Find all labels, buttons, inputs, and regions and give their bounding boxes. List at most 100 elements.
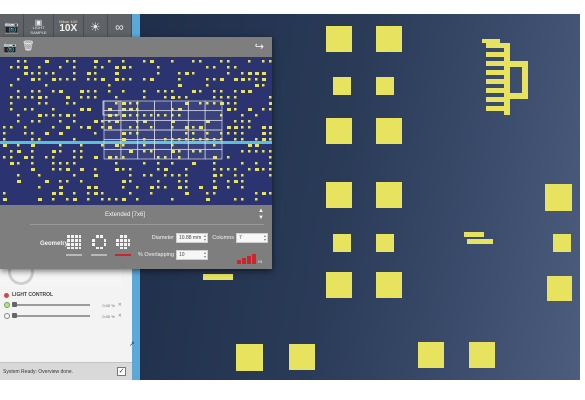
scan-grid-tile[interactable] <box>204 119 223 131</box>
light-slider-1[interactable] <box>12 302 90 307</box>
die-pad <box>38 78 41 81</box>
die-pad <box>52 150 56 153</box>
die-pad <box>10 156 13 159</box>
die-pad <box>108 90 111 93</box>
die-pad <box>52 192 56 195</box>
die-pad <box>227 186 230 189</box>
scan-grid-tile[interactable] <box>204 148 223 160</box>
scan-grid-tile[interactable] <box>171 139 189 150</box>
light-toggle-icon[interactable] <box>4 313 10 319</box>
overview-map[interactable] <box>0 57 272 205</box>
spinner-icon[interactable]: ▴ ▾ <box>204 251 206 259</box>
scan-grid-tile[interactable] <box>171 148 189 160</box>
camera-icon[interactable]: 📷 <box>3 41 17 54</box>
scan-grid-tile[interactable] <box>187 148 206 160</box>
chevron-updown-icon[interactable]: ▲ ▼ <box>258 208 264 222</box>
scan-grid-tile[interactable] <box>187 119 206 131</box>
circle-geometry-button[interactable] <box>115 234 131 250</box>
die-pad <box>213 162 216 165</box>
slider-handle[interactable] <box>12 313 17 318</box>
scan-grid-tile[interactable] <box>103 139 122 150</box>
overlapping-field[interactable]: 10 ▴ ▾ <box>176 250 208 260</box>
scan-grid-tile[interactable] <box>120 119 139 131</box>
scan-grid-tile[interactable] <box>154 119 172 131</box>
light-slider-2[interactable] <box>12 313 90 318</box>
columns-field[interactable]: 7 ▴ ▾ <box>236 233 268 243</box>
scan-grid-tile[interactable] <box>171 110 189 121</box>
scan-grid-tile[interactable] <box>103 148 122 160</box>
pan-arrow-icon[interactable]: ↗ <box>129 340 135 348</box>
scan-grid-tile[interactable] <box>137 129 155 141</box>
scan-grid-tile[interactable] <box>137 119 155 131</box>
scan-grid-tile[interactable] <box>171 119 189 131</box>
die-pad <box>255 168 259 171</box>
scan-grid-tile[interactable] <box>204 110 223 121</box>
die-pad <box>52 168 55 171</box>
scan-grid-tile[interactable] <box>187 100 206 112</box>
die-pad <box>122 198 126 201</box>
die-pad <box>66 102 69 105</box>
die-pad <box>17 150 21 153</box>
die-pad <box>10 102 13 105</box>
die-pad <box>94 66 97 69</box>
die-pad <box>94 186 98 189</box>
comb-finger <box>486 97 506 102</box>
scan-grid-tile[interactable] <box>137 139 155 150</box>
scan-grid-tile[interactable] <box>103 110 122 121</box>
scan-grid-tile[interactable] <box>154 110 172 121</box>
bond-pad <box>376 272 402 298</box>
die-pad <box>66 162 69 165</box>
ring-geometry-button[interactable] <box>91 234 107 250</box>
scan-grid-tile[interactable] <box>120 110 139 121</box>
scan-grid-tile[interactable] <box>120 100 139 112</box>
scan-grid-tile[interactable] <box>137 110 155 121</box>
comb-top <box>482 39 500 43</box>
scan-grid-tile[interactable] <box>120 139 139 150</box>
comb-finger <box>486 43 506 48</box>
die-pad <box>80 96 83 99</box>
die-pad <box>80 150 83 153</box>
die-pad <box>262 60 265 63</box>
die-pad <box>269 102 272 105</box>
scan-grid-tile[interactable] <box>120 148 139 160</box>
columns-value: 7 <box>239 235 242 241</box>
svg-text:HD: HD <box>258 259 262 264</box>
scan-grid-tile[interactable] <box>154 129 172 141</box>
light-toggle-icon[interactable] <box>4 302 10 308</box>
light-control-header: LIGHT CONTROL <box>4 292 122 298</box>
slider-handle[interactable] <box>12 302 17 307</box>
die-pad <box>115 96 118 99</box>
scan-grid-tile[interactable] <box>120 129 139 141</box>
bond-pad <box>545 184 572 211</box>
scan-grid-tile[interactable] <box>154 148 172 160</box>
scan-grid-tile[interactable] <box>171 129 189 141</box>
scan-grid-tile[interactable] <box>171 100 189 112</box>
scan-grid-tile[interactable] <box>154 100 172 112</box>
grid-geometry-button[interactable] <box>66 234 82 250</box>
scan-grid-tile[interactable] <box>204 129 223 141</box>
scan-grid-tile[interactable] <box>187 129 206 141</box>
close-icon[interactable]: ✕ <box>118 302 122 308</box>
scan-grid-tile[interactable] <box>103 129 122 141</box>
die-pad <box>122 90 125 93</box>
scan-grid-tile[interactable] <box>103 100 122 112</box>
scan-grid-tile[interactable] <box>187 110 206 121</box>
scan-grid-tile[interactable] <box>187 139 206 150</box>
close-icon[interactable]: ✕ <box>118 313 122 319</box>
die-pad <box>136 198 139 201</box>
die-pad <box>178 84 182 87</box>
export-icon[interactable]: ↪ <box>255 40 264 53</box>
die-pad <box>73 198 77 201</box>
scan-grid-tile[interactable] <box>154 139 172 150</box>
check-icon[interactable]: ✓ <box>117 367 126 376</box>
scan-grid-tile[interactable] <box>204 100 223 112</box>
scan-grid-tile[interactable] <box>137 100 155 112</box>
spinner-icon[interactable]: ▴ ▾ <box>264 234 266 242</box>
scan-grid-tile[interactable] <box>137 148 155 160</box>
trash-icon[interactable]: 🗑 <box>22 41 35 52</box>
comb-finger <box>486 106 506 111</box>
die-pad <box>17 96 20 99</box>
die-pad <box>269 126 272 129</box>
scan-grid-tile[interactable] <box>103 119 122 131</box>
scan-grid-tile[interactable] <box>204 139 223 150</box>
